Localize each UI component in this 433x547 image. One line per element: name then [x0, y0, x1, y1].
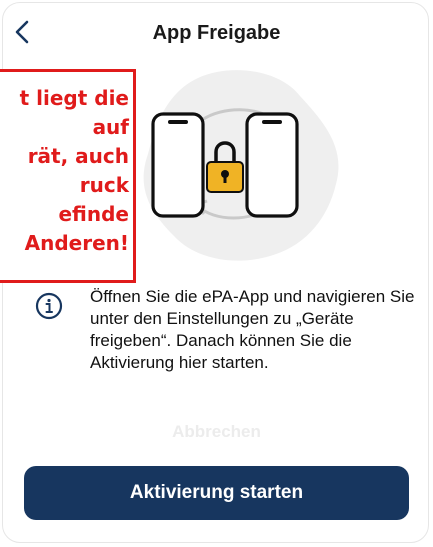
overlay-line: efinde	[58, 202, 129, 226]
info-icon	[35, 292, 63, 320]
overlay-line: Anderen!	[24, 231, 129, 255]
overlay-line: rät, auch	[27, 144, 129, 168]
warning-overlay-text: t liegt die auf rät, auch ruck efinde An…	[0, 84, 129, 258]
screen: App Freigabe t liegt die auf rät, auch r…	[0, 0, 433, 547]
overlay-line: auf	[92, 115, 129, 139]
start-activation-button[interactable]: Aktivierung starten	[24, 466, 409, 520]
info-text: Öffnen Sie die ePA-App und navigieren Si…	[90, 287, 415, 372]
two-phones-lock-sync-icon	[143, 70, 339, 261]
cancel-button[interactable]: Abbrechen	[0, 422, 433, 442]
overlay-line: ruck	[79, 173, 129, 197]
warning-overlay: t liegt die auf rät, auch ruck efinde An…	[0, 69, 136, 283]
page-title: App Freigabe	[152, 22, 281, 44]
overlay-line: t liegt die	[19, 86, 129, 110]
